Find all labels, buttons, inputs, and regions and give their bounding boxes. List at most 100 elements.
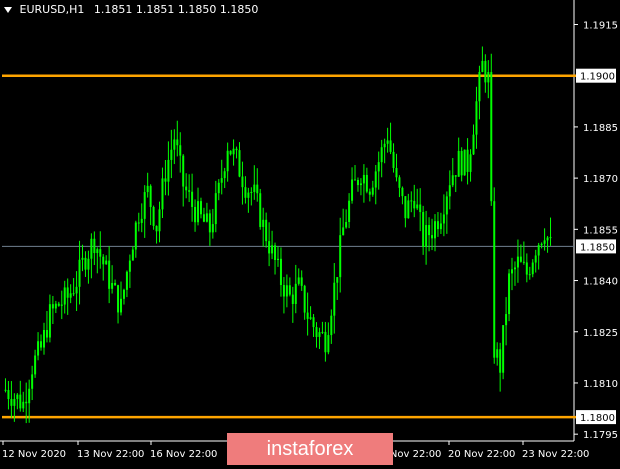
candle-body xyxy=(99,249,102,257)
candle-body xyxy=(149,185,152,207)
candle-body xyxy=(202,214,205,222)
candle-body xyxy=(413,200,416,209)
candle-body xyxy=(152,206,155,226)
candle-body xyxy=(81,257,84,260)
candle-body xyxy=(265,219,268,242)
candle-body xyxy=(484,60,487,83)
candle-body xyxy=(309,317,312,319)
candle-body xyxy=(398,177,401,188)
x-tick-label: 13 Nov 22:00 xyxy=(77,449,144,460)
y-tick-label: 1.1855 xyxy=(583,225,618,236)
candle-body xyxy=(288,285,291,295)
ohlc-values: 1.1851 1.1851 1.1850 1.1850 xyxy=(93,3,259,16)
candle-body xyxy=(416,204,419,209)
candle-body xyxy=(525,262,528,275)
candle-body xyxy=(173,139,176,150)
candle-body xyxy=(72,293,75,295)
chart-header: EURUSD,H1 1.1851 1.1851 1.1850 1.1850 xyxy=(4,3,258,16)
watermark-text: instaforex xyxy=(266,438,354,460)
candle-body xyxy=(128,260,131,272)
candle-body xyxy=(170,149,173,160)
candle-body xyxy=(448,185,451,197)
y-tick-label: 1.1795 xyxy=(583,430,618,441)
candle-body xyxy=(238,150,241,177)
y-tick-label: 1.1810 xyxy=(583,379,618,390)
candle-body xyxy=(271,245,274,254)
candle-body xyxy=(499,349,502,373)
candle-body xyxy=(508,273,511,315)
candle-body xyxy=(191,191,194,207)
candle-body xyxy=(25,401,28,404)
level-price-label: 1.1800 xyxy=(580,413,615,424)
candle-body xyxy=(208,213,211,233)
candle-body xyxy=(244,187,247,198)
candle-body xyxy=(40,341,43,348)
x-tick-label: 20 Nov 22:00 xyxy=(448,449,515,460)
candle-body xyxy=(395,167,398,178)
candle-body xyxy=(125,271,128,290)
candle-body xyxy=(146,185,149,193)
candle-body xyxy=(466,149,469,172)
candle-body xyxy=(197,201,200,223)
candle-body xyxy=(185,186,188,191)
candle-body xyxy=(247,192,250,198)
candle-body xyxy=(66,287,69,298)
x-tick-label: 12 Nov 2020 xyxy=(2,449,66,460)
dropdown-triangle-icon[interactable] xyxy=(4,7,12,13)
candle-body xyxy=(282,285,285,297)
watermark-logo: instaforex xyxy=(227,433,393,465)
candle-body xyxy=(425,225,428,247)
candle-body xyxy=(365,174,368,192)
candle-body xyxy=(161,178,164,210)
candle-body xyxy=(522,261,525,263)
candle-body xyxy=(134,222,137,250)
candle-body xyxy=(354,179,357,181)
candle-body xyxy=(10,399,13,406)
candle-body xyxy=(528,274,531,276)
candle-body xyxy=(348,200,351,223)
candle-body xyxy=(22,401,25,409)
candle-body xyxy=(259,193,262,227)
candle-body xyxy=(78,259,81,287)
candle-body xyxy=(214,193,217,225)
symbol-timeframe: EURUSD,H1 xyxy=(19,3,85,16)
level-price-label: 1.1900 xyxy=(580,72,615,83)
candle-body xyxy=(505,314,508,326)
candle-body xyxy=(321,331,324,333)
candle-body xyxy=(493,201,496,358)
current-price-label: 1.1850 xyxy=(580,242,615,253)
candle-body xyxy=(232,148,235,155)
candle-body xyxy=(90,238,93,259)
candle-body xyxy=(336,277,339,283)
candle-body xyxy=(401,187,404,197)
candle-body xyxy=(28,388,31,404)
x-tick-label: 23 Nov 22:00 xyxy=(522,449,589,460)
candle-body xyxy=(13,399,16,406)
chart-window: 1.1915 1.1885 1.1870 1.1855 1.1840 1.1825 1.18… xyxy=(0,0,620,465)
y-tick-label: 1.1885 xyxy=(583,123,618,134)
candle-body xyxy=(513,267,516,270)
candle-body xyxy=(75,286,78,294)
candle-body xyxy=(164,178,167,182)
candle-body xyxy=(16,394,19,400)
candle-body xyxy=(445,196,448,215)
candle-body xyxy=(487,72,490,83)
candle-body xyxy=(543,240,546,244)
candle-body xyxy=(478,71,481,102)
candle-body xyxy=(48,304,51,338)
candle-body xyxy=(54,303,57,309)
candle-body xyxy=(339,235,342,278)
candle-body xyxy=(111,282,114,289)
candle-body xyxy=(114,282,117,286)
candle-body xyxy=(291,294,294,304)
candle-body xyxy=(356,179,359,186)
candle-body xyxy=(143,192,146,219)
candle-body xyxy=(294,283,297,304)
candle-body xyxy=(451,175,454,186)
candle-body xyxy=(496,349,499,358)
candle-body xyxy=(392,151,395,168)
candle-body xyxy=(490,72,493,202)
candle-body xyxy=(377,162,380,172)
candle-body xyxy=(502,325,505,373)
candle-body xyxy=(45,329,48,338)
